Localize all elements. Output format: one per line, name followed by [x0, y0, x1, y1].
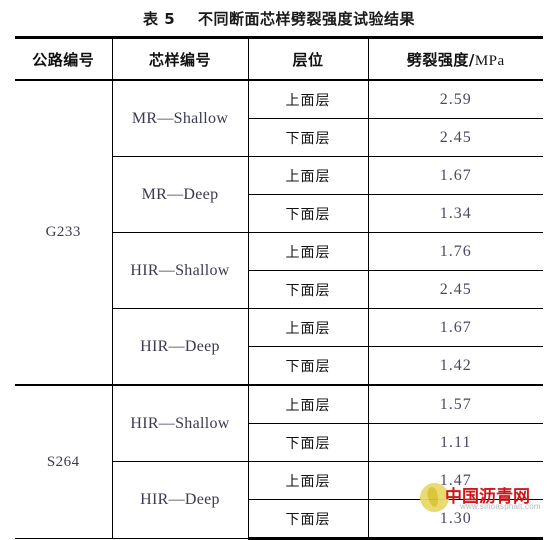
column-header-strength: 劈裂强度/MPa	[367, 36, 543, 81]
cell-layer: 下面层	[248, 194, 369, 233]
column-header-core-no: 芯样编号	[111, 36, 249, 81]
cell-road-no: G233	[15, 79, 113, 386]
cell-layer: 上面层	[247, 156, 369, 195]
cell-strength-value: 2.45	[367, 118, 543, 157]
column-header-strength-label: 劈裂强度/	[406, 50, 475, 69]
column-header-strength-unit: MPa	[474, 52, 505, 69]
cell-core-no: HIR—Shallow	[111, 384, 249, 462]
cell-strength-value: 1.67	[367, 308, 543, 347]
cell-layer: 上面层	[247, 461, 369, 500]
cell-strength-value: 1.57	[367, 384, 543, 424]
column-header-layer: 层位	[247, 36, 369, 81]
cell-layer: 上面层	[247, 308, 369, 347]
cell-core-no: HIR—Deep	[112, 308, 249, 386]
cell-strength-value: 2.59	[367, 79, 543, 119]
column-header-road-no: 公路编号	[15, 36, 113, 81]
cell-core-no: MR—Deep	[112, 156, 249, 233]
cell-layer: 下面层	[248, 346, 369, 386]
cell-strength-value: 1.47	[367, 461, 543, 500]
cell-strength-value: 1.42	[367, 346, 543, 386]
cell-layer: 下面层	[248, 423, 369, 462]
cell-road-no: S264	[15, 384, 113, 539]
table-body: G233 MR—Shallow 上面层 2.59 下面层 2.45 MR—Dee…	[15, 79, 543, 540]
cell-core-no: MR—Shallow	[111, 79, 249, 157]
cell-layer: 下面层	[248, 270, 369, 309]
table-header-row: 公路编号 芯样编号 层位 劈裂强度/MPa	[15, 36, 543, 81]
table-row: G233 MR—Shallow 上面层 2.59	[15, 79, 543, 386]
cell-core-no: HIR—Shallow	[112, 232, 249, 309]
cell-strength-value: 1.11	[367, 423, 543, 462]
cell-strength-value: 1.30	[367, 499, 543, 540]
cell-layer: 上面层	[247, 384, 369, 424]
table-caption: 表 5 不同断面芯样劈裂强度试验结果	[142, 10, 416, 28]
cell-strength-value: 1.67	[367, 156, 543, 195]
cell-strength-value: 2.45	[367, 270, 543, 309]
table-container: 公路编号 芯样编号 层位 劈裂强度/MPa G233 MR—Shallow 上面…	[15, 36, 543, 540]
document-page: 表 5 不同断面芯样劈裂强度试验结果 公路编号 芯样编号 层位 劈裂强度/MPa	[0, 0, 558, 540]
cell-layer: 下面层	[248, 499, 369, 540]
cell-strength-value: 1.76	[367, 232, 543, 271]
cell-layer: 上面层	[247, 79, 369, 119]
table-row: S264 HIR—Shallow 上面层 1.57	[15, 384, 543, 539]
cell-layer: 下面层	[248, 118, 369, 157]
split-strength-results-table: 公路编号 芯样编号 层位 劈裂强度/MPa G233 MR—Shallow 上面…	[15, 36, 543, 540]
cell-strength-value: 1.34	[367, 194, 543, 233]
cell-layer: 上面层	[247, 232, 369, 271]
